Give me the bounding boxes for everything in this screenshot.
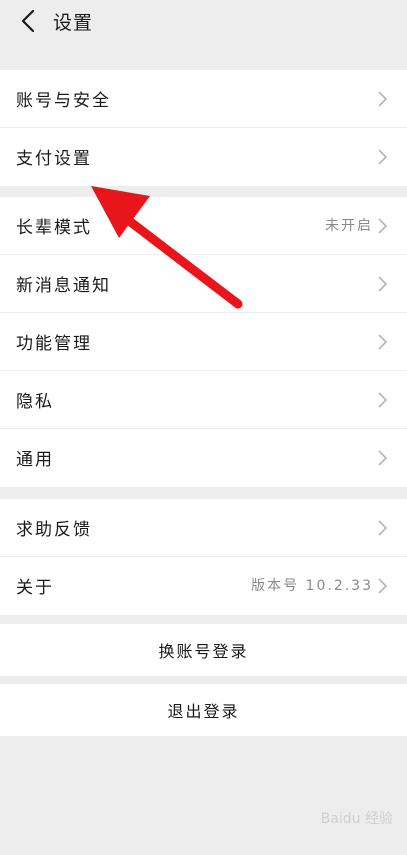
chevron-right-icon bbox=[378, 149, 387, 165]
nav-header: 设置 bbox=[0, 0, 407, 46]
settings-group-help: 求助反馈 关于 版本号 10.2.33 bbox=[0, 499, 407, 615]
chevron-right-icon bbox=[378, 520, 387, 536]
page-title: 设置 bbox=[53, 12, 94, 34]
logout-label: 退出登录 bbox=[167, 702, 240, 721]
row-label: 关于 bbox=[16, 578, 54, 598]
chevron-right-icon bbox=[378, 392, 387, 408]
row-label: 长辈模式 bbox=[16, 218, 92, 238]
baidu-watermark: Baidu 经验 bbox=[320, 811, 393, 827]
back-arrow-icon bbox=[21, 9, 35, 33]
row-label: 新消息通知 bbox=[16, 276, 111, 296]
settings-row-general[interactable]: 通用 bbox=[0, 429, 407, 487]
settings-group-account: 账号与安全 支付设置 bbox=[0, 70, 407, 186]
settings-group-general: 长辈模式 未开启 新消息通知 功能管理 隐私 通用 bbox=[0, 197, 407, 487]
settings-row-notifications[interactable]: 新消息通知 bbox=[0, 255, 407, 313]
row-label: 账号与安全 bbox=[16, 91, 111, 111]
logout-button[interactable]: 退出登录 bbox=[0, 684, 407, 736]
settings-row-feedback[interactable]: 求助反馈 bbox=[0, 499, 407, 557]
row-label: 支付设置 bbox=[16, 149, 92, 169]
chevron-right-icon bbox=[378, 578, 387, 594]
switch-account-button[interactable]: 换账号登录 bbox=[0, 624, 407, 676]
back-button[interactable] bbox=[14, 6, 44, 36]
chevron-right-icon bbox=[378, 334, 387, 350]
row-label: 隐私 bbox=[16, 392, 54, 412]
version-value: 版本号 10.2.33 bbox=[251, 578, 373, 594]
row-label: 通用 bbox=[16, 450, 54, 470]
row-label: 求助反馈 bbox=[16, 520, 92, 540]
chevron-right-icon bbox=[378, 218, 387, 234]
settings-row-account-security[interactable]: 账号与安全 bbox=[0, 70, 407, 128]
chevron-right-icon bbox=[378, 91, 387, 107]
settings-row-features[interactable]: 功能管理 bbox=[0, 313, 407, 371]
settings-row-payment[interactable]: 支付设置 bbox=[0, 128, 407, 186]
switch-account-label: 换账号登录 bbox=[158, 642, 249, 661]
chevron-right-icon bbox=[378, 276, 387, 292]
row-label: 功能管理 bbox=[16, 334, 92, 354]
settings-row-about[interactable]: 关于 版本号 10.2.33 bbox=[0, 557, 407, 615]
settings-row-privacy[interactable]: 隐私 bbox=[0, 371, 407, 429]
row-value: 未开启 bbox=[325, 218, 373, 234]
settings-row-elder-mode[interactable]: 长辈模式 未开启 bbox=[0, 197, 407, 255]
chevron-right-icon bbox=[378, 450, 387, 466]
